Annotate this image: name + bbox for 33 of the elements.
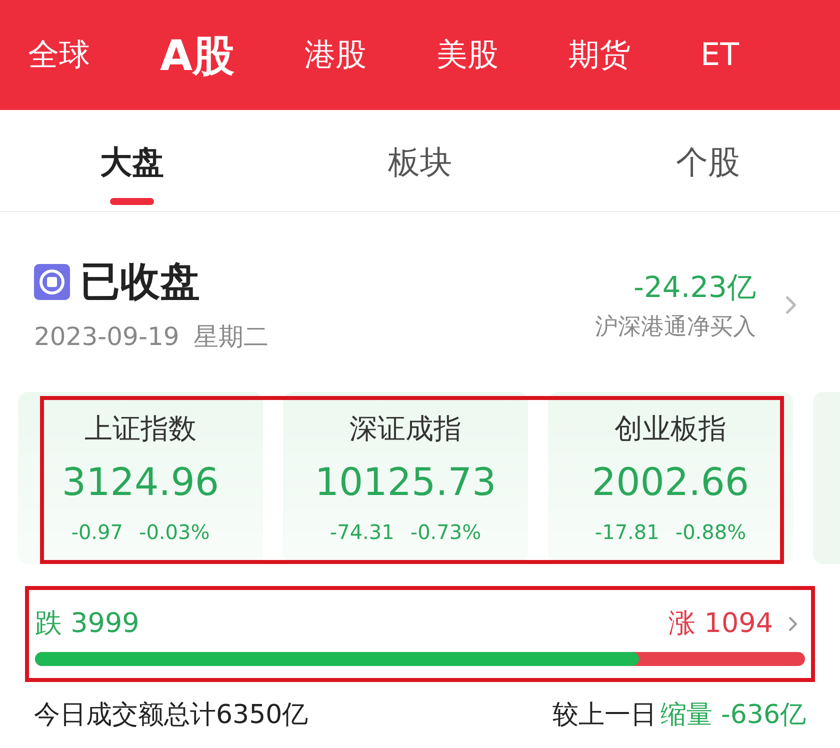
index-value: 3124.96 [62,458,220,506]
sub-tab[interactable]: 个股 [676,138,740,211]
date-text: 2023-09-19 [34,321,180,353]
sub-tab[interactable]: 板块 [388,138,452,211]
market-status: 已收盘 [80,258,200,307]
index-change-percent: -0.73% [410,518,482,546]
index-change: -0.97 [71,518,123,546]
stop-icon [34,264,70,300]
index-value: 10125.73 [314,458,496,506]
index-change: -74.31 [330,518,394,546]
index-card[interactable]: 上证指数 3124.96 -0.97 -0.03% [18,392,263,564]
net-buy-link[interactable]: -24.23亿 沪深港通净买入 [595,266,806,344]
volume-change: 缩量 -636亿 [660,698,806,732]
market-tab[interactable]: 全球 [28,32,90,78]
index-name: 深证成指 [350,410,462,446]
index-change-percent: -0.88% [675,518,746,546]
turnover-total: 今日成交额总计6350亿 [34,698,308,732]
index-name: 上证指数 [84,410,196,446]
index-change-percent: -0.03% [138,518,210,546]
compare-label: 较上一日 [552,698,657,732]
index-name: 创业板指 [614,410,726,446]
market-tab[interactable]: 美股 [436,32,499,78]
index-card[interactable]: 创业板指 2002.66 -17.81 -0.88% [548,392,793,564]
decliners-count: 跌 3999 [35,606,140,640]
market-tab[interactable]: A股 [160,24,235,86]
index-value: 2002.66 [592,458,750,506]
market-tab[interactable]: 期货 [568,32,631,78]
weekday-text: 星期二 [193,321,268,353]
market-tab[interactable]: 港股 [304,32,367,78]
market-tab[interactable]: ET [700,32,740,78]
advancers-count: 涨 1094 [668,606,773,640]
index-change: -17.81 [594,518,660,546]
sub-tab[interactable]: 大盘 [100,138,164,211]
